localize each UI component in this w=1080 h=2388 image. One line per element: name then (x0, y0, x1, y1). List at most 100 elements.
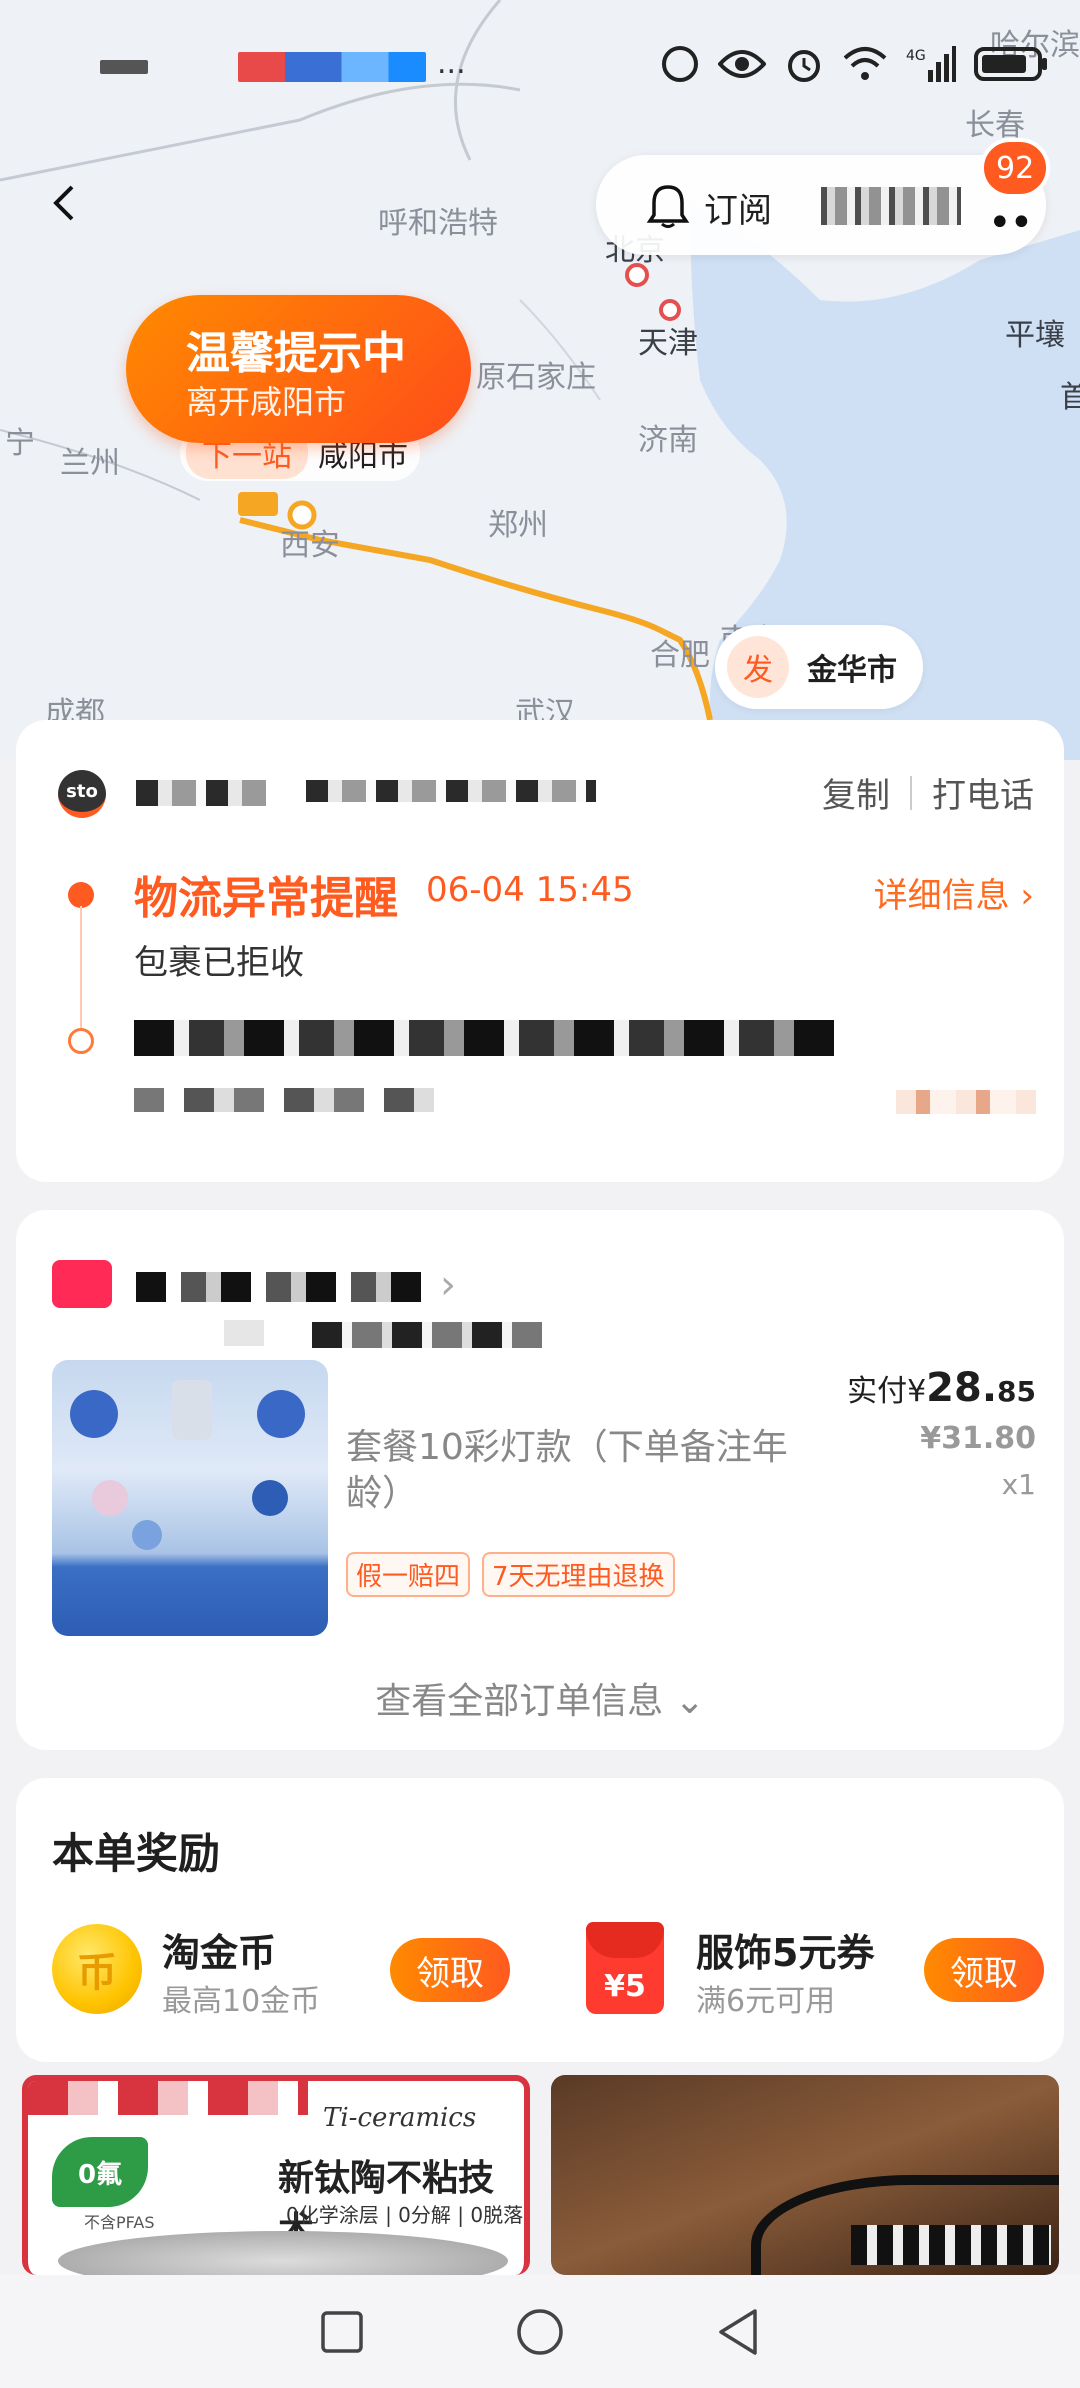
redacted-address (134, 1020, 834, 1056)
redacted-shop-name[interactable] (136, 1272, 436, 1302)
svg-text:4G: 4G (906, 48, 926, 64)
city-label: 西安 (280, 528, 340, 563)
claim-button[interactable]: 领取 (924, 1938, 1044, 2002)
promo-badge: 0氟 (52, 2137, 148, 2207)
eye-icon (718, 50, 766, 78)
redacted-address-2 (134, 1088, 434, 1112)
origin-tag: 发 (727, 636, 789, 698)
timeline-dot-active (68, 882, 94, 908)
promo-tile[interactable] (551, 2075, 1059, 2275)
status-redaction (100, 60, 148, 74)
product-image[interactable] (52, 1360, 328, 1636)
coin-icon: 币 (52, 1924, 142, 2014)
reward-desc: 满6元可用 (696, 1984, 836, 2019)
promo-brand: Ti-ceramics (323, 2103, 477, 2133)
paid-price: 实付¥28.85 (847, 1365, 1036, 1411)
balloon (132, 1520, 162, 1550)
product-variant: 套餐10彩灯款（下单备注年龄） (346, 1427, 788, 1514)
redacted-tracking-number (306, 780, 596, 802)
system-nav-bar (0, 2275, 1080, 2388)
paid-integer: 28. (926, 1365, 998, 1411)
balloon (257, 1390, 305, 1438)
status-bar: ... 4G (0, 0, 1080, 130)
service-tag: 7天无理由退换 (482, 1552, 675, 1597)
city-label: 宁 (5, 426, 35, 461)
back-nav-button[interactable] (715, 2307, 761, 2357)
service-tag: 假一赔四 (346, 1552, 471, 1597)
city-label: 兰州 (60, 446, 120, 481)
origin-city: 金华市 (807, 653, 897, 688)
subscribe-button[interactable] (646, 183, 690, 233)
service-tags: 假一赔四 7天无理由退换 (346, 1552, 675, 1597)
back-arrow-icon (53, 185, 74, 221)
city-label: 首 (1060, 380, 1080, 415)
subscribe-bar: 订阅 •• (596, 155, 1046, 255)
reward-desc: 最高10金币 (162, 1984, 321, 2019)
promo-features: 0化学涂层 | 0分解 | 0脱落 (286, 2203, 524, 2227)
reward-name: 淘金币 (162, 1931, 277, 1975)
home-button[interactable] (515, 2307, 565, 2357)
city-label: 原石家庄 (476, 360, 596, 395)
city-label: 平壤 (1005, 318, 1065, 353)
reward-name: 服饰5元券 (696, 1931, 875, 1975)
city-label: 天津 (638, 326, 698, 361)
claim-button[interactable]: 领取 (390, 1938, 510, 2002)
logistics-alert-title: 物流异常提醒 (134, 873, 398, 924)
alarm-icon (788, 50, 820, 82)
bell-icon (646, 185, 690, 228)
divider (910, 775, 912, 810)
logistics-alert-time: 06-04 15:45 (426, 870, 634, 910)
balloon (70, 1390, 118, 1438)
balloon (92, 1480, 128, 1516)
redacted-product-title[interactable] (312, 1322, 542, 1348)
city-label: 郑州 (488, 508, 548, 543)
promo-badge-sub: 不含PFAS (84, 2213, 155, 2232)
timeline-dot (68, 1028, 94, 1054)
promo-tile[interactable]: Ti-ceramics 新钛陶不粘技术 0化学涂层 | 0分解 | 0脱落 0氟… (22, 2075, 530, 2275)
redacted-banner (28, 2081, 308, 2115)
shop-icon (52, 1260, 112, 1308)
logistics-map[interactable]: 哈尔滨 长春 呼和浩特 北京 天津 平壤 首 原石家庄 兰州 宁 济南 郑州 西… (0, 0, 1080, 760)
reward-item: ¥5 服饰5元券 满6元可用 领取 (586, 1918, 1046, 2019)
detail-info-link[interactable]: 详细信息 › (874, 868, 1034, 917)
rewards-title: 本单奖励 (52, 1829, 221, 1878)
nfc-icon (662, 46, 698, 82)
carrier-logo: sto (58, 770, 106, 818)
origin-marker: 发 金华市 (715, 625, 923, 709)
redacted-product (851, 2225, 1051, 2265)
chevron-right-icon[interactable]: › (440, 1262, 456, 1308)
quantity: x1 (1001, 1468, 1036, 1501)
battery-icon (974, 47, 1047, 81)
view-all-order-button[interactable]: 查看全部订单信息 ⌄ (16, 1672, 1064, 1724)
price-block: 实付¥28.85 ¥31.80 x1 (847, 1365, 1036, 1501)
original-price: ¥31.80 (920, 1421, 1036, 1456)
logistics-alert-desc: 包裹已拒收 (134, 943, 304, 983)
city-label: 济南 (638, 423, 698, 458)
timeline-line (80, 906, 82, 1046)
recent-apps-button[interactable] (319, 2309, 365, 2355)
tracking-actions: 复制 打电话 (822, 768, 1034, 817)
signal-icon: 4G (906, 46, 956, 82)
call-button[interactable]: 打电话 (932, 768, 1034, 817)
balloon (252, 1480, 288, 1516)
rewards-card: 本单奖励 币 淘金币 最高10金币 领取 ¥5 服饰5元券 满6元可用 领取 (16, 1778, 1064, 2062)
logistics-card: sto 复制 打电话 物流异常提醒 06-04 15:45 详细信息 › 包裹已… (16, 720, 1064, 1182)
city-label: 呼和浩特 (378, 206, 498, 241)
truck-icon (238, 492, 278, 516)
wifi-icon (843, 47, 887, 80)
status-icons: 4G (660, 44, 1050, 84)
back-button[interactable] (36, 175, 92, 231)
reward-item: 币 淘金币 最高10金币 领取 (52, 1918, 522, 2019)
redacted-carrier-name (136, 780, 266, 806)
tip-subtitle: 离开咸阳市 (186, 383, 347, 421)
status-ellipsis: ... (437, 46, 466, 81)
tip-title: 温馨提示中 (186, 328, 406, 379)
subscribe-label[interactable]: 订阅 (704, 183, 772, 232)
copy-button[interactable]: 复制 (822, 768, 890, 817)
status-tip-bubble: 温馨提示中 离开咸阳市 (126, 295, 471, 443)
redacted-text (821, 187, 961, 225)
order-card: › 套餐10彩灯款（下单备注年龄） 假一赔四 7天无理由退换 实付¥28.85 … (16, 1210, 1064, 1750)
more-menu-button[interactable]: •• (988, 200, 1033, 246)
red-packet-icon: ¥5 (586, 1922, 664, 2014)
paid-currency: ¥ (907, 1374, 927, 1409)
